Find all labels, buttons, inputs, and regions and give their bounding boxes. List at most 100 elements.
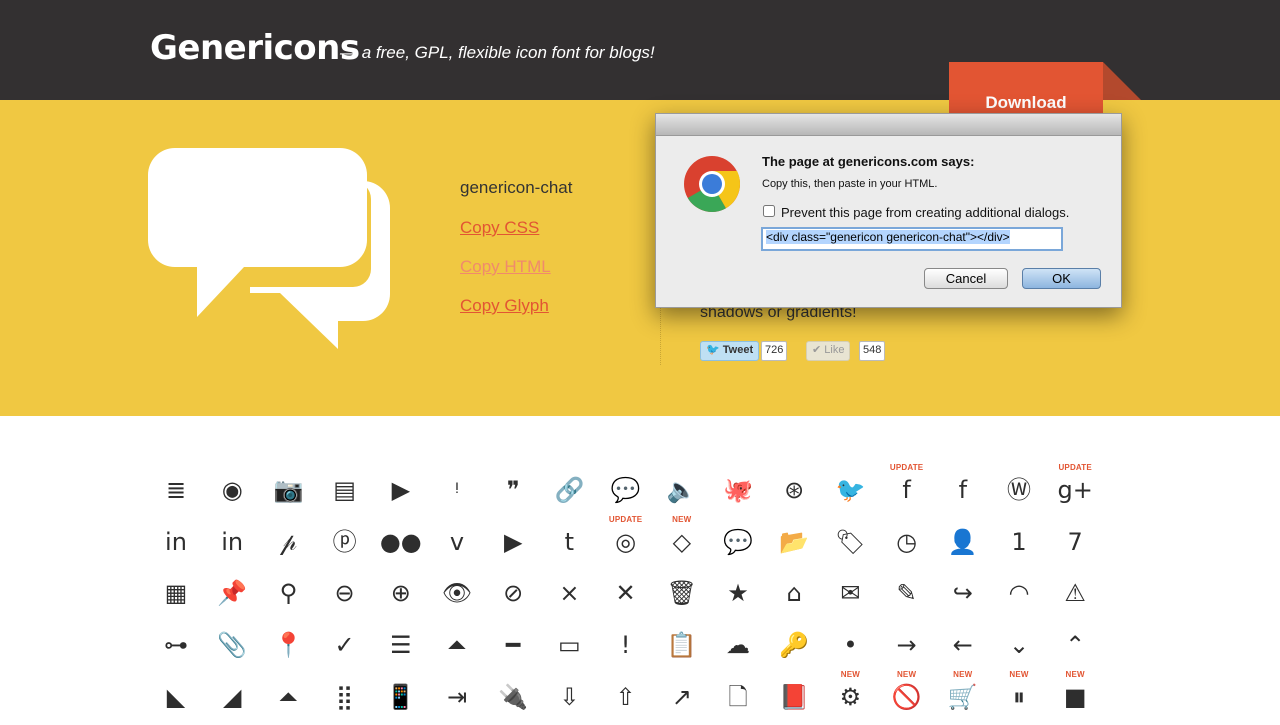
pinterest-alt-icon[interactable]: ⓟ — [317, 524, 373, 560]
wordpress-icon[interactable]: Ⓦ — [991, 472, 1047, 508]
icon-grid-cell[interactable]: 📌 — [204, 569, 260, 621]
audio-icon[interactable]: 🔈 — [654, 472, 710, 508]
icon-grid-cell[interactable]: UPDATEf — [879, 466, 935, 518]
status-icon[interactable]: ᵎ — [429, 472, 485, 508]
icon-grid-cell[interactable]: in — [148, 518, 204, 570]
icon-grid-cell[interactable]: 𝓅 — [260, 518, 316, 570]
icon-grid-cell[interactable]: NEW⚙ — [822, 673, 878, 725]
icon-grid-cell[interactable]: ⌃ — [1047, 621, 1103, 673]
cloud-upload-icon[interactable]: ⇧ — [598, 679, 654, 715]
icon-grid-cell[interactable]: ✕ — [598, 569, 654, 621]
icon-grid-cell[interactable]: ❞ — [485, 466, 541, 518]
icon-grid-cell[interactable]: 📍 — [260, 621, 316, 673]
icon-grid-cell[interactable]: ✓ — [317, 621, 373, 673]
icon-grid-cell[interactable]: NEW🚫 — [879, 673, 935, 725]
aside-icon[interactable]: ◉ — [204, 472, 260, 508]
github-icon[interactable]: 🐙 — [710, 472, 766, 508]
linkedin-icon[interactable]: in — [148, 524, 204, 560]
icon-grid-cell[interactable]: ✎ — [879, 569, 935, 621]
edit-icon[interactable]: ✎ — [879, 575, 935, 611]
icon-grid-cell[interactable]: ⚠ — [1047, 569, 1103, 621]
prompt-text-input[interactable]: <div class="genericon genericon-chat"></… — [761, 227, 1063, 251]
icon-grid-cell[interactable]: ⇥ — [429, 673, 485, 725]
dribbble-icon[interactable]: ⊛ — [766, 472, 822, 508]
icon-grid-cell[interactable]: v — [429, 518, 485, 570]
icon-grid-cell[interactable]: ━ — [485, 621, 541, 673]
unapprove-icon[interactable]: 🚫 — [879, 679, 935, 715]
video-icon[interactable]: ▶ — [373, 472, 429, 508]
codepen-icon[interactable]: ◇ — [654, 524, 710, 560]
icon-grid-cell[interactable]: 🐙 — [710, 466, 766, 518]
icon-grid-cell[interactable]: ⊛ — [766, 466, 822, 518]
icon-grid-cell[interactable]: in — [204, 518, 260, 570]
icon-grid-cell[interactable]: UPDATE◎ — [598, 518, 654, 570]
icon-grid-cell[interactable]: 👁 — [429, 569, 485, 621]
icon-grid-cell[interactable]: ᵎ — [429, 466, 485, 518]
handset-icon[interactable]: 📱 — [373, 679, 429, 715]
close-icon[interactable]: × — [541, 575, 597, 611]
icon-grid-cell[interactable]: NEW◇ — [654, 518, 710, 570]
copy-html-link[interactable]: Copy HTML — [460, 257, 551, 277]
icon-grid-cell[interactable]: 💬 — [710, 518, 766, 570]
404-icon[interactable]: ! — [598, 627, 654, 663]
login-icon[interactable]: ⇥ — [429, 679, 485, 715]
copy-css-link[interactable]: Copy CSS — [460, 218, 539, 238]
flickr-icon[interactable]: ●● — [373, 524, 429, 560]
icon-grid-cell[interactable]: NEW■ — [1047, 673, 1103, 725]
icon-grid-cell[interactable]: 🔑 — [766, 621, 822, 673]
time-icon[interactable]: ◷ — [879, 524, 935, 560]
copy-glyph-link[interactable]: Copy Glyph — [460, 296, 549, 316]
icon-grid-cell[interactable]: 📱 — [373, 673, 429, 725]
icon-grid-cell[interactable]: 📋 — [654, 621, 710, 673]
icon-grid-cell[interactable]: 🗑 — [654, 569, 710, 621]
share-icon[interactable]: ⊶ — [148, 627, 204, 663]
icon-grid-cell[interactable]: × — [541, 569, 597, 621]
like-button[interactable]: ✔ Like — [806, 341, 850, 361]
icon-grid-cell[interactable]: 💬 — [598, 466, 654, 518]
facebook-icon[interactable]: f — [935, 472, 991, 508]
icon-grid-cell[interactable]: ◉ — [204, 466, 260, 518]
googleplus-icon[interactable]: g+ — [1047, 472, 1103, 508]
icon-grid-cell[interactable]: f — [935, 466, 991, 518]
icon-grid-cell[interactable]: ⊕ — [373, 569, 429, 621]
youtube-icon[interactable]: ▶ — [485, 524, 541, 560]
menu-icon[interactable]: ☰ — [373, 627, 429, 663]
attachment-icon[interactable]: 📎 — [204, 627, 260, 663]
cloud-download-icon[interactable]: ⇩ — [541, 679, 597, 715]
previous-icon[interactable]: ⌄ — [991, 627, 1047, 663]
icon-grid-cell[interactable]: UPDATEg+ — [1047, 466, 1103, 518]
vimeo-icon[interactable]: v — [429, 524, 485, 560]
icon-grid-cell[interactable]: ⚲ — [260, 569, 316, 621]
quote-icon[interactable]: ❞ — [485, 472, 541, 508]
icon-grid-cell[interactable]: 🔌 — [485, 673, 541, 725]
plugins-icon[interactable]: 🔌 — [485, 679, 541, 715]
icon-grid-cell[interactable]: → — [879, 621, 935, 673]
icon-grid-cell[interactable]: ← — [935, 621, 991, 673]
icon-grid-cell[interactable]: ▤ — [317, 466, 373, 518]
facebook-alt-icon[interactable]: f — [879, 472, 935, 508]
prevent-dialogs-label[interactable]: Prevent this page from creating addition… — [781, 205, 1069, 220]
icon-grid-cell[interactable]: ⣿ — [317, 673, 373, 725]
icon-grid-cell[interactable]: ⌂ — [766, 569, 822, 621]
document-icon[interactable]: 🗋 — [710, 679, 766, 715]
pause-icon[interactable]: ⏸ — [991, 679, 1047, 715]
reply-icon[interactable]: ↪ — [935, 575, 991, 611]
icon-grid-cell[interactable]: ▭ — [541, 621, 597, 673]
icon-grid-cell[interactable]: ▶ — [373, 466, 429, 518]
icon-grid-cell[interactable]: ◣ — [148, 673, 204, 725]
checkmark-icon[interactable]: ✓ — [317, 627, 373, 663]
pinterest-icon[interactable]: 𝓅 — [260, 524, 316, 560]
top-alt-icon[interactable]: ⣿ — [317, 679, 373, 715]
icon-grid-cell[interactable]: ✉ — [822, 569, 878, 621]
icon-grid-cell[interactable]: ! — [598, 621, 654, 673]
link-icon[interactable]: 🔗 — [541, 472, 597, 508]
location-icon[interactable]: 📍 — [260, 627, 316, 663]
warning-icon[interactable]: ⚠ — [1047, 575, 1103, 611]
maximize-icon[interactable]: ▭ — [541, 627, 597, 663]
dialog-titlebar[interactable] — [656, 114, 1121, 136]
pinned-icon[interactable]: 📌 — [204, 575, 260, 611]
icon-grid-cell[interactable]: 📕 — [766, 673, 822, 725]
icon-grid-cell[interactable]: 🔗 — [541, 466, 597, 518]
icon-grid-cell[interactable]: 1 — [991, 518, 1047, 570]
icon-grid-cell[interactable]: ◷ — [879, 518, 935, 570]
